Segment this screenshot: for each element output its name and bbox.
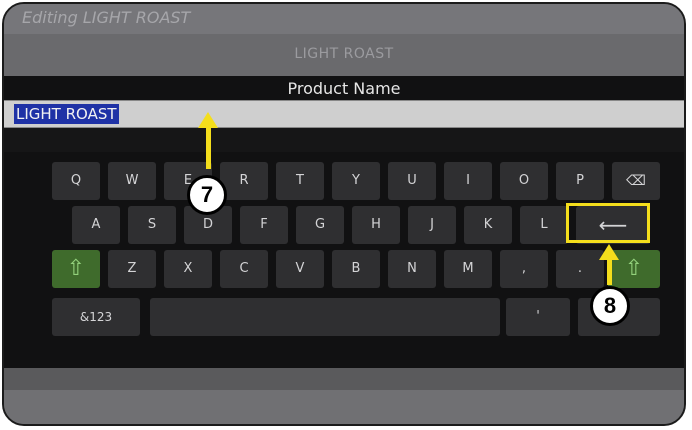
key-p[interactable]: P (556, 162, 604, 200)
key-r[interactable]: R (220, 162, 268, 200)
key-j[interactable]: J (408, 206, 456, 244)
arrow-up-icon (198, 112, 218, 128)
selected-text[interactable]: LIGHT ROAST (14, 104, 119, 124)
keyboard-top-band (4, 128, 684, 152)
screen-header: LIGHT ROAST (4, 34, 684, 76)
arrow-shaft (607, 259, 612, 285)
key-comma[interactable]: , (500, 250, 548, 288)
callout-8: 8 (590, 286, 630, 326)
key-u[interactable]: U (388, 162, 436, 200)
key-f[interactable]: F (240, 206, 288, 244)
on-screen-keyboard: Q W E R T Y U I O P ⌫ A S D F G H J K L … (4, 152, 684, 368)
header-title: LIGHT ROAST (294, 46, 394, 62)
key-k[interactable]: K (464, 206, 512, 244)
key-c[interactable]: C (220, 250, 268, 288)
enter-key-highlight (566, 203, 650, 243)
bottom-strip (4, 368, 684, 390)
space-bar[interactable] (150, 298, 500, 336)
key-m[interactable]: M (444, 250, 492, 288)
key-b[interactable]: B (332, 250, 380, 288)
key-v[interactable]: V (276, 250, 324, 288)
key-s[interactable]: S (128, 206, 176, 244)
callout-7: 7 (187, 175, 227, 215)
bottom-panel (4, 390, 684, 424)
backspace-key[interactable]: ⌫ (612, 162, 660, 200)
key-t[interactable]: T (276, 162, 324, 200)
key-y[interactable]: Y (332, 162, 380, 200)
arrow-up-icon (599, 244, 619, 260)
key-h[interactable]: H (352, 206, 400, 244)
key-period[interactable]: . (556, 250, 604, 288)
key-n[interactable]: N (388, 250, 436, 288)
title-bar: Editing LIGHT ROAST (4, 4, 684, 34)
key-q[interactable]: Q (52, 162, 100, 200)
shift-icon: ⇧ (624, 256, 644, 281)
key-o[interactable]: O (500, 162, 548, 200)
symbols-key[interactable]: &123 (52, 298, 140, 336)
shift-icon: ⇧ (66, 256, 86, 281)
arrow-shaft (206, 127, 211, 169)
key-i[interactable]: I (444, 162, 492, 200)
key-a[interactable]: A (72, 206, 120, 244)
backspace-icon: ⌫ (626, 173, 646, 189)
key-l[interactable]: L (520, 206, 568, 244)
key-apostrophe[interactable]: ' (506, 298, 570, 336)
product-name-input[interactable]: LIGHT ROAST (4, 100, 684, 128)
key-w[interactable]: W (108, 162, 156, 200)
shift-key-left[interactable]: ⇧ (52, 250, 100, 288)
field-label-bar: Product Name (4, 76, 684, 101)
title-text: Editing LIGHT ROAST (22, 8, 191, 27)
field-label: Product Name (287, 79, 401, 98)
key-g[interactable]: G (296, 206, 344, 244)
key-z[interactable]: Z (108, 250, 156, 288)
key-x[interactable]: X (164, 250, 212, 288)
